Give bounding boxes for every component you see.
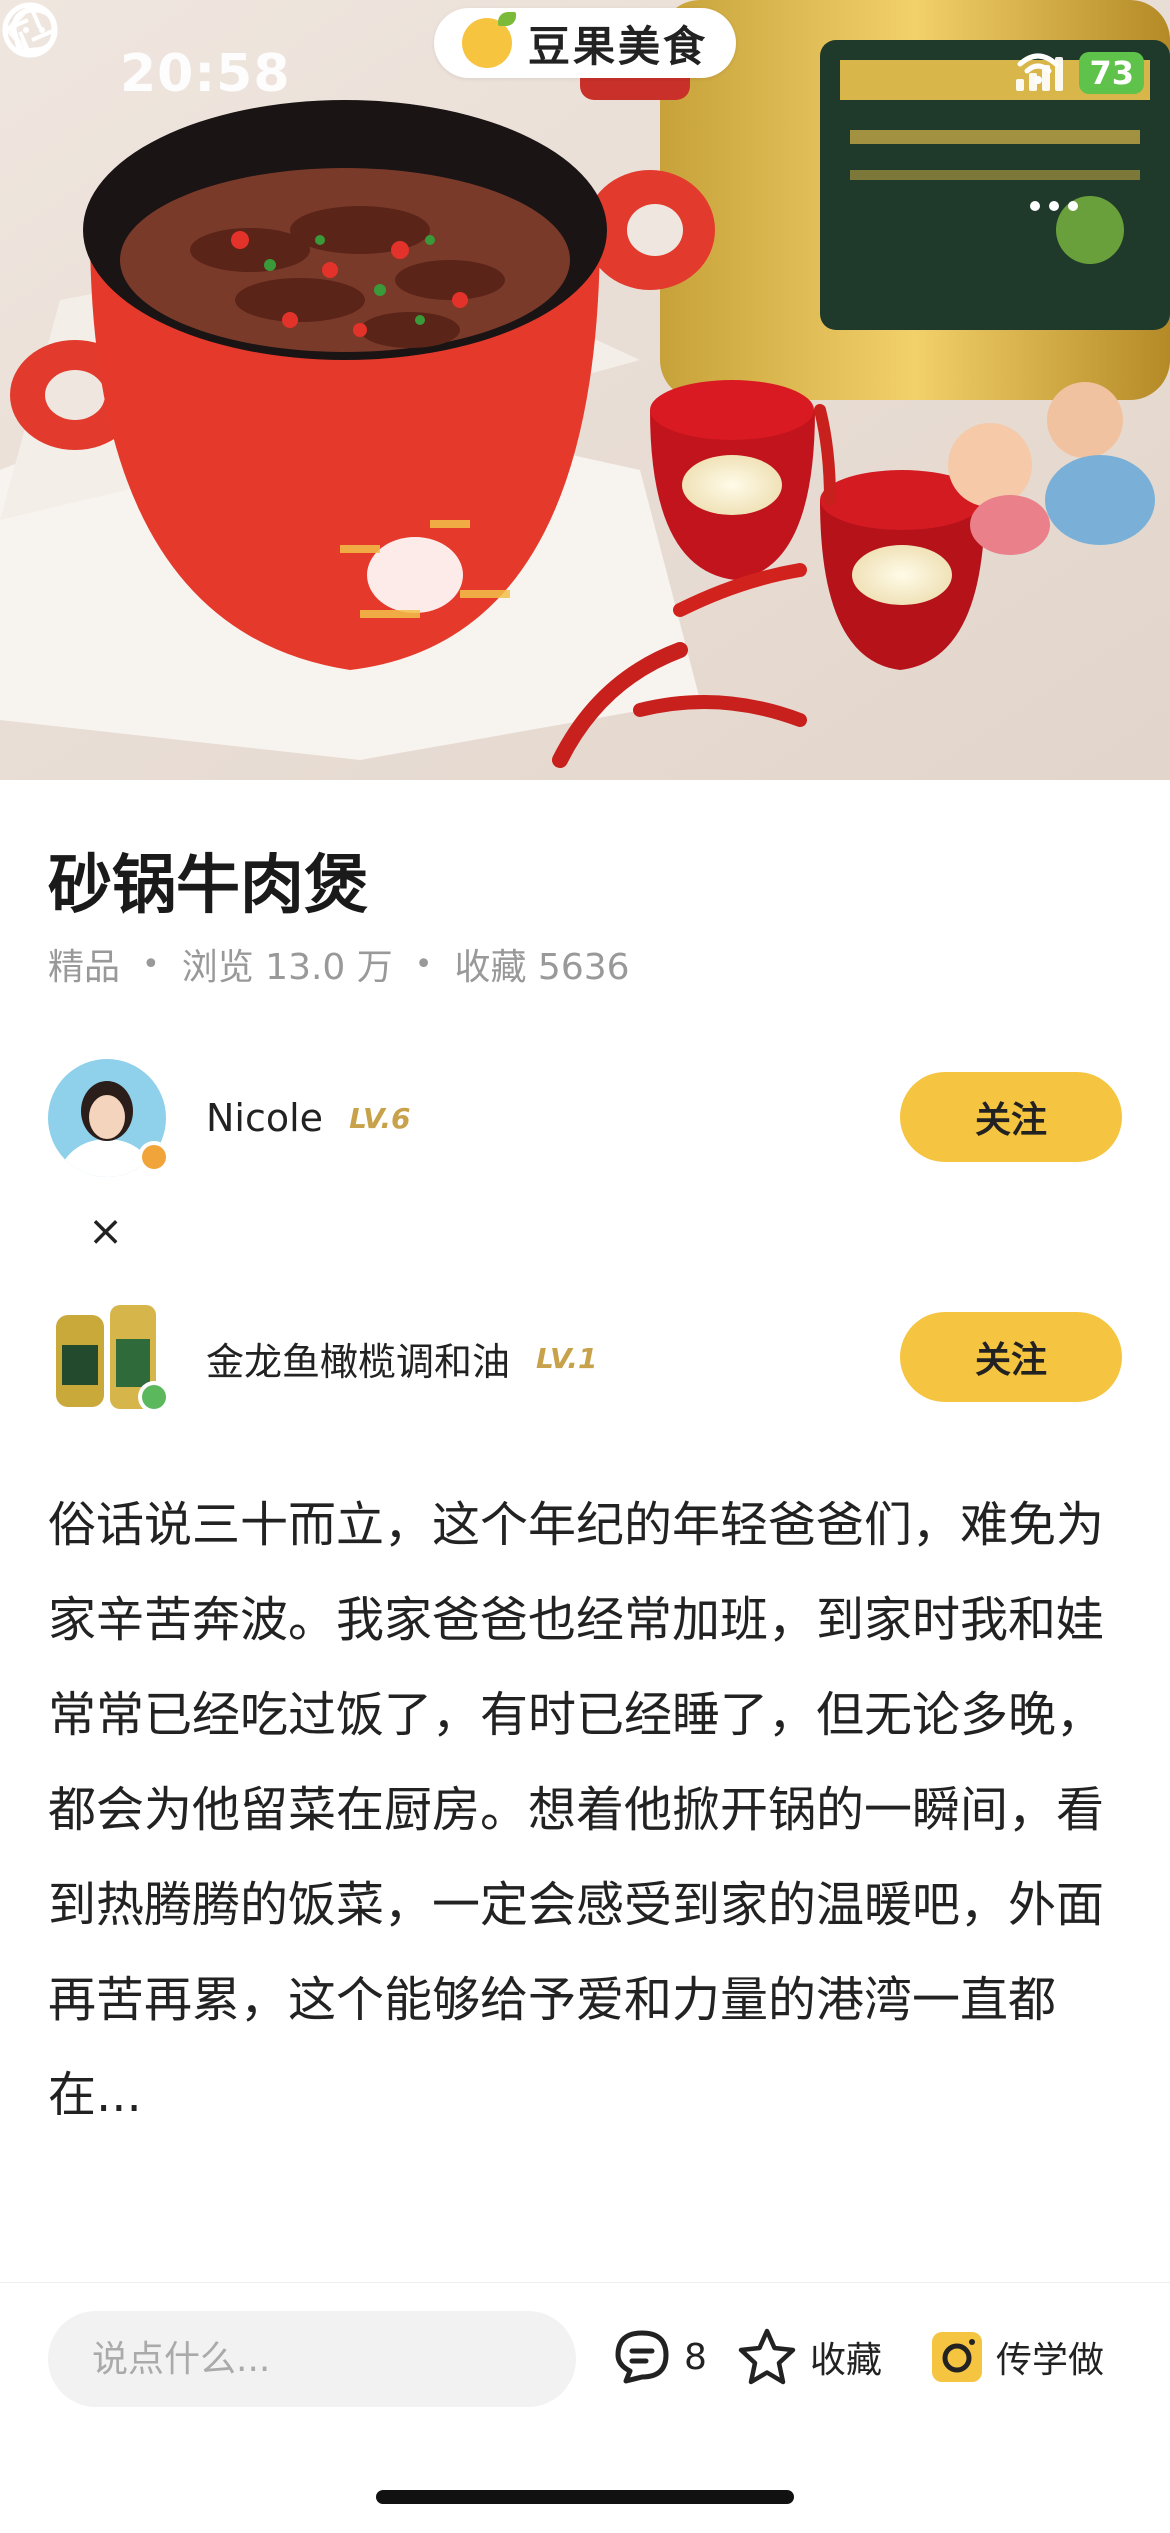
upload-label: 传学做: [996, 2340, 1105, 2381]
comment-count: 8: [684, 2336, 707, 2378]
avatar[interactable]: [48, 1299, 170, 1417]
favorite-label: 收藏: [810, 2340, 883, 2381]
avatar[interactable]: [48, 1059, 170, 1177]
home-indicator: [376, 2490, 794, 2504]
status-time: 20:58: [120, 44, 291, 104]
share-icon[interactable]: [0, 0, 64, 60]
author-name[interactable]: 金龙鱼橄榄调和油: [206, 1331, 510, 1386]
recipe-meta: 精品 • 浏览 13.0 万 • 收藏 5636: [48, 938, 630, 990]
follow-button[interactable]: 关注: [900, 1072, 1122, 1162]
brand-name: 豆果美食: [527, 21, 708, 71]
favorite-button[interactable]: 收藏: [736, 2325, 882, 2389]
wifi-icon: [1017, 53, 1059, 84]
author-row: 金龙鱼橄榄调和油 LV.1 关注: [48, 1298, 1122, 1418]
comment-button[interactable]: 8: [612, 2325, 707, 2389]
brand-logo-icon: [461, 12, 516, 68]
camera-icon: [932, 2332, 982, 2382]
meta-separator: •: [142, 946, 160, 982]
certified-badge-icon: [138, 1381, 170, 1413]
comment-input[interactable]: [48, 2311, 576, 2407]
status-icons: 73: [1016, 52, 1144, 94]
author-row: Nicole LV.6 关注: [48, 1058, 1122, 1178]
recipe-description: 俗话说三十而立，这个年纪的年轻爸爸们，难免为家辛苦奔波。我家爸爸也经常加班，到家…: [48, 1497, 1105, 2123]
collab-separator: ×: [88, 1206, 124, 1255]
view-count: 浏览 13.0 万: [181, 947, 393, 988]
author-level: LV.6: [349, 1101, 411, 1135]
meta-separator: •: [414, 946, 433, 982]
comment-icon: [615, 2330, 669, 2384]
favorite-count: 收藏 5636: [454, 947, 630, 988]
recipe-hero-image: 20:58 豆果美食 73: [0, 0, 1170, 780]
recipe-title: 砂锅牛肉煲: [48, 849, 368, 923]
brand-pill[interactable]: 豆果美食: [434, 8, 736, 78]
quality-tag: 精品: [48, 947, 121, 988]
upload-cook-button[interactable]: 传学做: [930, 2325, 1104, 2389]
battery-level: 73: [1079, 52, 1144, 94]
author-name[interactable]: Nicole: [206, 1096, 323, 1140]
star-icon: [738, 2328, 796, 2385]
more-options-icon[interactable]: [1030, 196, 1090, 216]
follow-button[interactable]: 关注: [900, 1312, 1122, 1402]
certified-badge-icon: [138, 1141, 170, 1173]
author-level: LV.1: [536, 1341, 598, 1375]
